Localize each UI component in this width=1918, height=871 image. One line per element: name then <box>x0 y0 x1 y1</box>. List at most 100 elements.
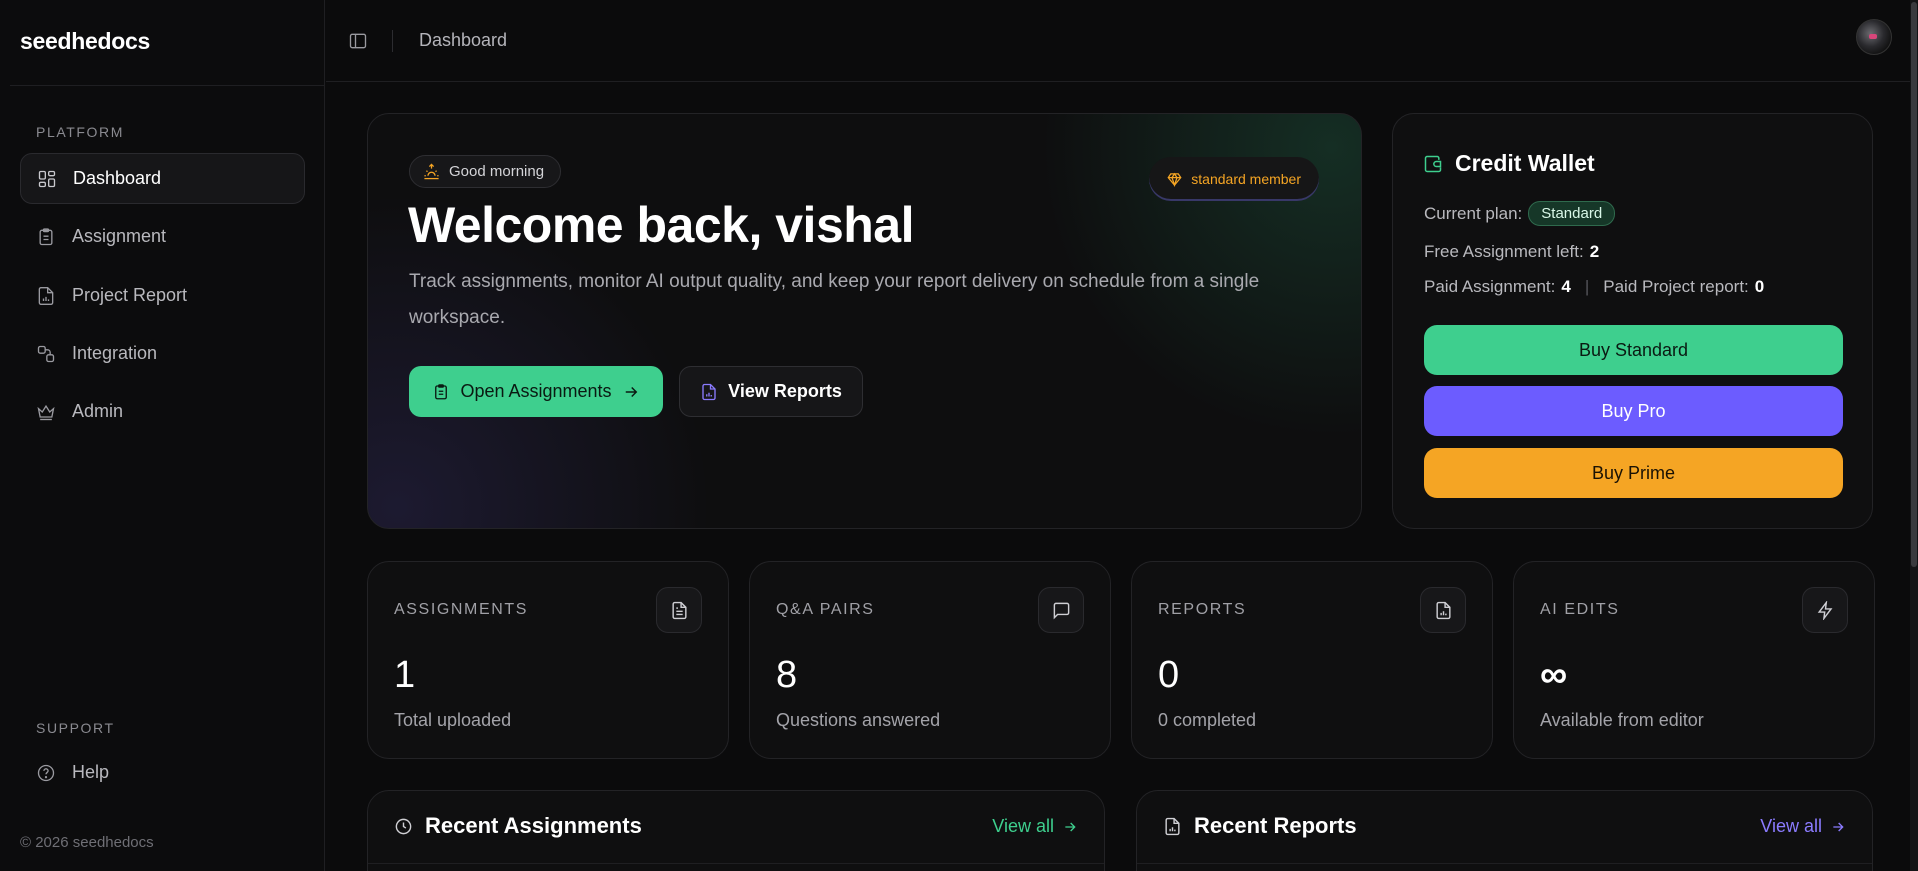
wallet-title-text: Credit Wallet <box>1455 150 1595 176</box>
stat-subtext: Questions answered <box>776 710 941 730</box>
topbar-separator <box>392 30 393 52</box>
paid-credits-row: Paid Assignment: 4 | Paid Project report… <box>1424 277 1764 297</box>
buy-standard-button[interactable]: Buy Standard <box>1424 325 1843 375</box>
recent-reports-title: Recent Reports <box>1163 813 1357 839</box>
sidebar-item-label: Assignment <box>72 226 167 246</box>
clock-icon <box>394 817 413 836</box>
file-chart-icon <box>1163 817 1182 836</box>
open-assignments-button[interactable]: Open Assignments <box>409 366 663 417</box>
sidebar-divider <box>10 85 324 86</box>
sidebar-item-label: Dashboard <box>73 168 162 188</box>
stat-value: 8 <box>776 654 798 696</box>
brand-logo[interactable]: seedhedocs <box>20 28 150 55</box>
scrollbar-thumb[interactable] <box>1911 2 1917 567</box>
topbar: Dashboard <box>326 0 1918 82</box>
open-assignments-label: Open Assignments <box>460 381 612 401</box>
welcome-description: Track assignments, monitor AI output qua… <box>409 271 1260 328</box>
paid-report-label: Paid Project report: <box>1603 277 1749 296</box>
paid-assignment-label: Paid Assignment: <box>1424 277 1556 296</box>
file-chart-icon <box>700 383 718 401</box>
greeting-chip: Good morning <box>409 155 562 188</box>
credit-wallet-card: Credit Wallet Current plan: Standard Fre… <box>1392 113 1873 529</box>
recent-reports-card: Recent Reports View all <box>1136 790 1873 871</box>
arrow-right-icon <box>1830 819 1846 835</box>
stat-label: REPORTS <box>1158 601 1247 618</box>
greeting-text: Good morning <box>449 163 545 180</box>
view-all-label: View all <box>1760 816 1822 836</box>
recent-assignments-card: Recent Assignments View all <box>367 790 1105 871</box>
buy-prime-button[interactable]: Buy Prime <box>1424 448 1843 498</box>
stat-card-reports: REPORTS 0 0 completed <box>1131 561 1493 759</box>
grid-icon <box>37 169 57 189</box>
stat-value: ∞ <box>1540 654 1568 696</box>
sidebar-item-admin[interactable]: Admin <box>20 386 305 437</box>
clipboard-icon <box>36 227 56 247</box>
sidebar-item-label: Help <box>72 762 110 782</box>
sidebar-item-label: Project Report <box>72 285 188 305</box>
sidebar-item-dashboard[interactable]: Dashboard <box>20 153 305 204</box>
stat-subtext: 0 completed <box>1158 710 1257 730</box>
sunrise-icon <box>423 163 440 180</box>
paid-report-value: 0 <box>1754 277 1765 296</box>
help-circle-icon <box>36 763 56 783</box>
recent-assignments-divider <box>368 863 1104 864</box>
integration-icon <box>36 344 56 364</box>
page-scrollbar[interactable] <box>1910 0 1918 871</box>
recent-reports-view-all-link[interactable]: View all <box>1760 816 1846 837</box>
stat-subtext: Total uploaded <box>394 710 512 730</box>
chat-icon <box>1038 587 1084 633</box>
sidebar-item-help[interactable]: Help <box>20 747 305 798</box>
stat-card-assignments: ASSIGNMENTS 1 Total uploaded <box>367 561 729 759</box>
lightning-icon <box>1802 587 1848 633</box>
sidebar-item-assignment[interactable]: Assignment <box>20 211 305 262</box>
crown-icon <box>36 402 56 422</box>
wallet-title: Credit Wallet <box>1423 150 1595 177</box>
sidebar-item-integration[interactable]: Integration <box>20 328 305 379</box>
view-all-label: View all <box>992 816 1054 836</box>
arrow-right-icon <box>622 383 640 401</box>
recent-reports-title-text: Recent Reports <box>1194 813 1357 838</box>
avatar[interactable] <box>1856 19 1892 55</box>
free-assignment-value: 2 <box>1589 242 1600 261</box>
member-badge-text: standard member <box>1191 171 1301 187</box>
page-title: Welcome back, vishal <box>408 197 915 253</box>
stat-value: 1 <box>394 654 416 696</box>
breadcrumb: Dashboard <box>419 30 508 50</box>
support-section-label: SUPPORT <box>36 720 115 736</box>
copyright-text: © 2026 seedhedocs <box>20 834 154 851</box>
file-chart-icon <box>36 286 56 306</box>
free-assignment-label: Free Assignment left: <box>1424 242 1584 261</box>
member-badge: standard member <box>1149 157 1319 201</box>
file-chart-icon <box>1420 587 1466 633</box>
platform-section-label: PLATFORM <box>36 124 124 140</box>
current-plan-row: Current plan: Standard <box>1424 201 1616 226</box>
buy-pro-button[interactable]: Buy Pro <box>1424 386 1843 436</box>
stat-value: 0 <box>1158 654 1180 696</box>
current-plan-label: Current plan: <box>1424 203 1523 223</box>
sidebar-toggle-icon[interactable] <box>348 31 368 51</box>
sidebar-item-label: Admin <box>72 401 124 421</box>
view-reports-button[interactable]: View Reports <box>679 366 863 417</box>
sidebar-item-label: Integration <box>72 343 158 363</box>
clipboard-icon <box>432 383 450 401</box>
free-assignment-row: Free Assignment left: 2 <box>1424 242 1599 262</box>
divider-pipe: | <box>1584 277 1590 296</box>
stat-label: ASSIGNMENTS <box>394 601 529 618</box>
gem-icon <box>1167 172 1182 187</box>
stat-label: Q&A PAIRS <box>776 601 875 618</box>
document-icon <box>656 587 702 633</box>
stat-subtext: Available from editor <box>1540 710 1704 730</box>
view-reports-label: View Reports <box>728 381 842 401</box>
sidebar: seedhedocs PLATFORM Dashboard Assignment… <box>0 0 325 871</box>
wallet-icon <box>1423 154 1443 174</box>
plan-badge: Standard <box>1528 201 1616 226</box>
recent-reports-divider <box>1137 863 1872 864</box>
sidebar-item-project-report[interactable]: Project Report <box>20 270 305 321</box>
paid-assignment-value: 4 <box>1561 277 1571 296</box>
arrow-right-icon <box>1062 819 1078 835</box>
recent-assignments-view-all-link[interactable]: View all <box>992 816 1078 837</box>
recent-assignments-title: Recent Assignments <box>394 813 642 839</box>
stat-card-ai-edits: AI EDITS ∞ Available from editor <box>1513 561 1875 759</box>
stat-card-qa-pairs: Q&A PAIRS 8 Questions answered <box>749 561 1111 759</box>
recent-assignments-title-text: Recent Assignments <box>425 813 642 838</box>
